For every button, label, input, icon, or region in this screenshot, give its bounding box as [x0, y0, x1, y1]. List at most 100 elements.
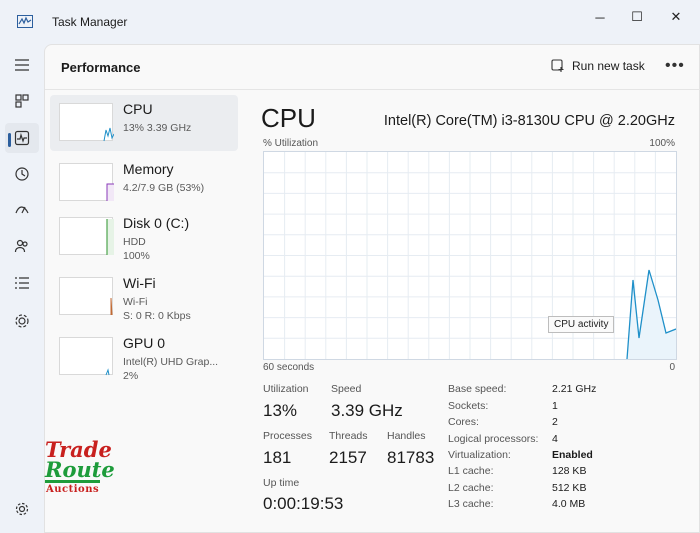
page-title: Performance	[61, 60, 141, 75]
close-button[interactable]: ✕	[656, 6, 696, 28]
minimize-icon: ─	[595, 9, 605, 25]
settings-icon	[15, 502, 29, 516]
resource-detail: Wi-Fi	[123, 296, 148, 308]
more-icon: •••	[665, 57, 685, 74]
spec-value: 1	[552, 400, 558, 412]
cpu-model-name: Intel(R) Core(TM) i3-8130U CPU @ 2.20GHz	[383, 113, 675, 129]
main-content: Performance Run new task ••• CPU 13% 3.3…	[44, 44, 700, 533]
nav-startup-apps[interactable]	[5, 195, 39, 225]
run-new-task-label: Run new task	[572, 59, 645, 73]
utilization-max-label: 100%	[649, 138, 675, 149]
cpu-thumbnail	[59, 103, 114, 142]
spec-value: Enabled	[552, 449, 593, 461]
spec-label: Cores:	[448, 416, 479, 428]
nav-settings[interactable]	[5, 494, 39, 524]
task-manager-app-icon	[17, 15, 33, 28]
resource-name: CPU	[123, 101, 153, 117]
handles-label: Handles	[387, 430, 426, 442]
resource-detail: 4.2/7.9 GB (53%)	[123, 182, 205, 194]
close-icon: ✕	[670, 9, 682, 24]
time-axis-start-label: 60 seconds	[263, 362, 315, 373]
spec-label: L3 cache:	[448, 498, 494, 510]
resource-item-memory[interactable]: Memory 4.2/7.9 GB (53%)	[50, 155, 238, 211]
resource-detail: 13% 3.39 GHz	[123, 122, 192, 134]
disk-thumbnail	[59, 217, 114, 255]
details-icon	[15, 277, 29, 289]
uptime-value: 0:00:19:53	[263, 494, 344, 513]
logo-text-route: Route	[45, 457, 115, 482]
wifi-thumbnail	[59, 277, 113, 316]
more-options-button[interactable]: •••	[665, 57, 685, 75]
nav-processes[interactable]	[5, 86, 39, 116]
run-new-task-button[interactable]: Run new task	[551, 59, 645, 73]
resource-name: Disk 0 (C:)	[123, 215, 190, 231]
resource-item-disk[interactable]: Disk 0 (C:) HDD 100%	[50, 209, 238, 265]
logo-underline	[45, 480, 100, 483]
spec-label: Sockets:	[448, 400, 489, 412]
nav-app-history[interactable]	[5, 159, 39, 189]
resource-detail: HDD	[123, 236, 146, 248]
trade-route-auctions-logo: Trade Route Auctions	[45, 437, 115, 501]
users-icon	[14, 239, 28, 253]
spec-label: Virtualization:	[448, 449, 511, 461]
cpu-activity-tooltip: CPU activity	[548, 316, 615, 333]
spec-value: 128 KB	[552, 465, 587, 477]
nav-services[interactable]	[5, 306, 39, 336]
cpu-utilization-graph[interactable]	[263, 151, 677, 360]
resource-name: Wi-Fi	[123, 275, 156, 291]
minimize-button[interactable]: ─	[580, 6, 620, 28]
processes-value: 181	[263, 448, 292, 467]
spec-value: 2	[552, 416, 558, 428]
threads-value: 2157	[329, 448, 367, 467]
resource-item-cpu[interactable]: CPU 13% 3.39 GHz	[50, 95, 238, 151]
spec-value: 512 KB	[552, 482, 587, 494]
uptime-label: Up time	[263, 477, 300, 489]
utilization-value: 13%	[263, 401, 298, 420]
performance-icon	[14, 130, 30, 146]
spec-value: 4.0 MB	[552, 498, 586, 510]
utilization-axis-label: % Utilization	[263, 138, 319, 149]
gpu-thumbnail	[59, 337, 113, 376]
logo-text-auctions: Auctions	[46, 484, 100, 495]
navigation-rail	[0, 44, 44, 533]
threads-label: Threads	[329, 430, 368, 442]
spec-label: L1 cache:	[448, 465, 494, 477]
resource-detail: S: 0 R: 0 Kbps	[123, 310, 191, 322]
nav-details[interactable]	[5, 268, 39, 298]
spec-label: L2 cache:	[448, 482, 494, 494]
maximize-button[interactable]: ☐	[617, 6, 657, 28]
resource-detail: 100%	[123, 250, 150, 262]
cpu-heading: CPU	[261, 103, 316, 133]
window-title: Task Manager	[52, 15, 128, 29]
title-bar: Task Manager ─ ☐ ✕	[0, 0, 700, 44]
memory-thumbnail	[59, 163, 114, 201]
active-indicator	[8, 133, 11, 147]
app-history-icon	[15, 167, 29, 181]
header-divider	[45, 89, 700, 90]
time-axis-end-label: 0	[669, 362, 675, 373]
services-icon	[15, 314, 29, 328]
spec-value: 4	[552, 433, 558, 445]
resource-item-wifi[interactable]: Wi-Fi Wi-Fi S: 0 R: 0 Kbps	[50, 269, 238, 325]
resource-item-gpu[interactable]: GPU 0 Intel(R) UHD Grap... 2%	[50, 329, 238, 385]
speed-value: 3.39 GHz	[331, 401, 403, 420]
hamburger-menu-icon	[15, 59, 29, 71]
processes-label: Processes	[263, 430, 313, 442]
maximize-icon: ☐	[631, 9, 643, 24]
hamburger-menu-button[interactable]	[5, 50, 39, 80]
nav-performance[interactable]	[5, 123, 39, 153]
nav-users[interactable]	[5, 231, 39, 261]
spec-label: Logical processors:	[448, 433, 539, 445]
utilization-label: Utilization	[263, 383, 309, 395]
spec-label: Base speed:	[448, 383, 507, 395]
handles-value: 81783	[387, 448, 435, 467]
resource-name: Memory	[123, 161, 174, 177]
resource-detail: Intel(R) UHD Grap...	[123, 356, 219, 368]
run-task-icon	[551, 59, 564, 72]
speed-label: Speed	[331, 383, 362, 395]
spec-value: 2.21 GHz	[552, 383, 597, 395]
processes-icon	[15, 94, 29, 108]
startup-apps-icon	[15, 206, 29, 214]
resource-name: GPU 0	[123, 335, 166, 351]
resource-detail: 2%	[123, 370, 139, 382]
